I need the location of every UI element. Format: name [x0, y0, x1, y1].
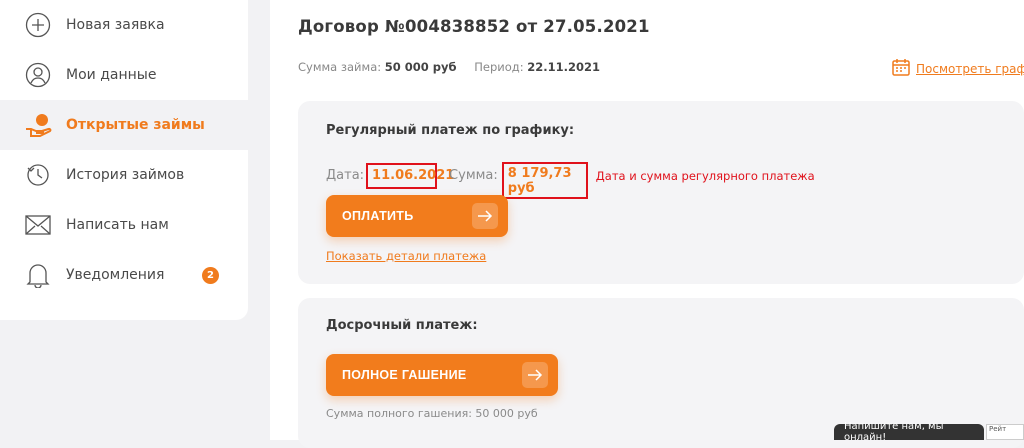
notification-badge: 2 — [202, 267, 219, 284]
contract-meta: Сумма займа: 50 000 руб Период: 22.11.20… — [298, 60, 614, 74]
contract-title: Договор №004838852 от 27.05.2021 — [298, 17, 650, 36]
arrow-right-icon — [472, 203, 498, 229]
chat-widget[interactable]: Напишите нам, мы онлайн! — [834, 421, 984, 443]
date-highlight-box: 11.06.2021 — [366, 162, 454, 189]
sidebar: Новая заявка Мои данные Открытые займы И… — [0, 0, 248, 320]
sidebar-item-my-data[interactable]: Мои данные — [0, 50, 248, 100]
payment-sum-value: 8 179,73 руб — [507, 165, 572, 196]
sidebar-item-notifications[interactable]: Уведомления 2 — [0, 250, 248, 300]
period-label: Период: — [474, 60, 524, 74]
bell-icon — [24, 261, 52, 289]
history-icon — [24, 161, 52, 189]
envelope-icon — [24, 211, 52, 239]
sidebar-item-new-request[interactable]: Новая заявка — [0, 0, 248, 50]
sidebar-item-label: Написать нам — [66, 217, 169, 233]
loan-sum-label: Сумма займа: — [298, 60, 382, 74]
sidebar-item-open-loans[interactable]: Открытые займы — [0, 100, 248, 150]
pay-button[interactable]: ОПЛАТИТЬ — [326, 195, 508, 237]
view-schedule-link[interactable]: Посмотреть графи — [892, 58, 1024, 79]
pay-button-label: ОПЛАТИТЬ — [342, 209, 414, 223]
sum-highlight-box: 8 179,73 руб — [501, 162, 588, 199]
calendar-icon — [892, 58, 910, 79]
sidebar-item-label: Открытые займы — [66, 117, 205, 133]
sidebar-item-label: Новая заявка — [66, 17, 165, 33]
loan-sum-value: 50 000 руб — [384, 60, 457, 74]
regular-payment-title: Регулярный платеж по графику: — [326, 123, 575, 138]
sidebar-item-label: Уведомления — [66, 267, 165, 283]
rating-widget: Рейт — [986, 424, 1024, 440]
sidebar-item-loan-history[interactable]: История займов — [0, 150, 248, 200]
hand-coin-icon — [24, 111, 52, 139]
plus-circle-icon — [24, 11, 52, 39]
period-value: 22.11.2021 — [527, 60, 600, 74]
arrow-right-icon — [522, 362, 548, 388]
payment-date-value: 11.06.2021 — [372, 168, 455, 183]
sidebar-item-label: История займов — [66, 167, 185, 183]
main-panel: Договор №004838852 от 27.05.2021 Сумма з… — [270, 0, 1024, 448]
regular-payment-card: Регулярный платеж по графику: Дата: 11.0… — [298, 101, 1024, 284]
view-schedule-label: Посмотреть графи — [916, 61, 1024, 76]
sidebar-item-label: Мои данные — [66, 67, 157, 83]
user-icon — [24, 61, 52, 89]
full-repayment-sum: Сумма полного гашения: 50 000 руб — [326, 407, 538, 420]
payment-details-link[interactable]: Показать детали платежа — [326, 249, 486, 263]
sum-label: Сумма: — [449, 168, 498, 183]
date-label: Дата: — [326, 168, 365, 183]
early-payment-title: Досрочный платеж: — [326, 318, 478, 333]
full-repayment-label: ПОЛНОЕ ГАШЕНИЕ — [342, 368, 467, 382]
regular-payment-row: Дата: 11.06.2021 Сумма: 8 179,73 руб Дат… — [326, 152, 815, 199]
full-repayment-button[interactable]: ПОЛНОЕ ГАШЕНИЕ — [326, 354, 558, 396]
sidebar-item-write-us[interactable]: Написать нам — [0, 200, 248, 250]
annotation-text: Дата и сумма регулярного платежа — [595, 168, 815, 183]
